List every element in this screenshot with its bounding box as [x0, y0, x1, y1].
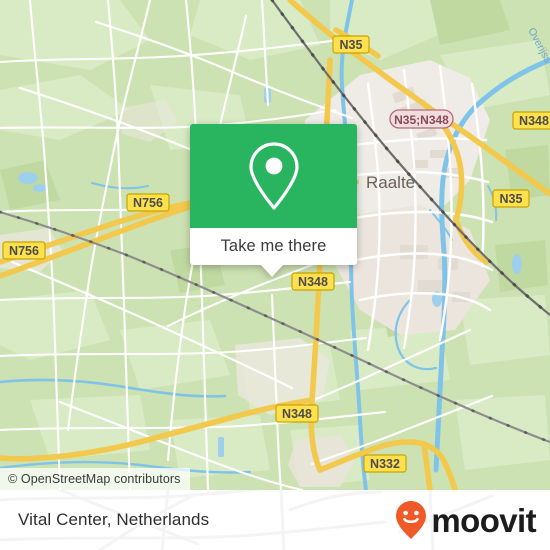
svg-text:N348: N348: [298, 275, 328, 289]
take-me-there-label: Take me there: [220, 237, 327, 255]
callout-pin-panel: [190, 124, 357, 228]
callout-action-panel[interactable]: Take me there: [190, 228, 357, 277]
road-shield-n348-lower: N348: [275, 404, 319, 423]
moovit-pin-smile-icon: [396, 501, 427, 539]
take-me-there-callout[interactable]: Take me there: [190, 124, 357, 277]
svg-text:N348: N348: [519, 114, 549, 128]
moovit-logo: moovit: [394, 500, 537, 540]
road-shield-n35-n348: N35;N348: [389, 109, 454, 129]
svg-text:N35: N35: [500, 192, 523, 206]
road-shield-n35-right: N35: [492, 189, 530, 208]
svg-text:N756: N756: [9, 244, 39, 258]
moovit-wordmark: moovit: [431, 501, 536, 539]
footer-bar: Vital Center, Netherlands moovit: [0, 490, 550, 550]
road-shield-n756-lower: N756: [2, 241, 46, 260]
map-city-label-raalte: Raalte: [366, 173, 415, 192]
road-shield-n332: N332: [363, 454, 407, 473]
svg-text:N332: N332: [370, 457, 400, 471]
map-pin-icon: [248, 142, 299, 210]
svg-text:N35;N348: N35;N348: [394, 113, 449, 127]
svg-text:N756: N756: [133, 196, 163, 210]
footer-content: Vital Center, Netherlands moovit: [0, 490, 550, 550]
road-shield-n348-center: N348: [291, 272, 335, 291]
callout-pointer: [260, 264, 284, 277]
road-shield-n756-upper: N756: [126, 193, 170, 212]
road-shield-n35-top: N35: [332, 35, 370, 54]
osm-attribution: © OpenStreetMap contributors: [0, 468, 190, 490]
svg-text:N348: N348: [282, 407, 312, 421]
road-shield-n348-right: N348: [512, 111, 550, 130]
svg-text:N35: N35: [340, 38, 363, 52]
place-name-label: Vital Center, Netherlands: [18, 510, 210, 529]
map-screen: Raalte Overijss N35 N35;N348 N348 N35 N7…: [0, 0, 550, 550]
